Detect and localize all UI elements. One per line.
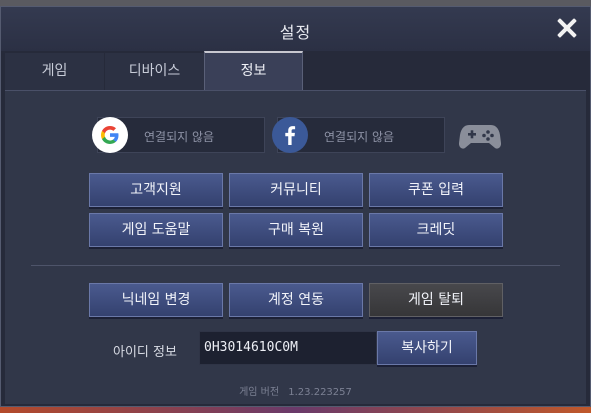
community-button[interactable]: 커뮤니티 bbox=[229, 173, 363, 207]
settings-dialog: 설정 게임 디바이스 정보 연결되지 않음 연결되지 않음 고객지원 커뮤니티 … bbox=[0, 6, 591, 407]
tab-game[interactable]: 게임 bbox=[5, 53, 104, 90]
restore-purchase-button[interactable]: 구매 복원 bbox=[229, 213, 363, 247]
id-info-label: 아이디 정보 bbox=[113, 345, 177, 360]
copy-id-button[interactable]: 복사하기 bbox=[377, 331, 477, 365]
close-icon[interactable] bbox=[554, 15, 580, 41]
divider bbox=[31, 265, 560, 266]
link-account-button[interactable]: 계정 연동 bbox=[229, 283, 363, 317]
facebook-icon bbox=[272, 117, 308, 153]
title-bar: 설정 bbox=[1, 7, 590, 51]
google-account-link[interactable]: 연결되지 않음 bbox=[92, 117, 265, 153]
google-status: 연결되지 않음 bbox=[144, 130, 215, 144]
id-value-field: 0H3014610C0M bbox=[199, 331, 377, 365]
tab-info[interactable]: 정보 bbox=[204, 51, 303, 90]
info-panel: 연결되지 않음 연결되지 않음 고객지원 커뮤니티 쿠폰 입력 게임 도움말 구… bbox=[5, 91, 586, 404]
facebook-status: 연결되지 않음 bbox=[324, 130, 395, 144]
withdraw-button[interactable]: 게임 탈퇴 bbox=[369, 283, 503, 317]
help-button[interactable]: 게임 도움말 bbox=[89, 213, 223, 247]
version-value: 1.23.223257 bbox=[288, 387, 352, 398]
google-icon bbox=[92, 117, 128, 153]
facebook-account-link[interactable]: 연결되지 않음 bbox=[272, 117, 445, 153]
tab-bar: 게임 디바이스 정보 bbox=[5, 51, 586, 91]
coupon-button[interactable]: 쿠폰 입력 bbox=[369, 173, 503, 207]
version-label: 게임 버전 bbox=[239, 387, 280, 398]
change-nickname-button[interactable]: 닉네임 변경 bbox=[89, 283, 223, 317]
dialog-title: 설정 bbox=[279, 23, 312, 42]
gamepad-icon[interactable] bbox=[458, 123, 502, 151]
credits-button[interactable]: 크레딧 bbox=[369, 213, 503, 247]
support-button[interactable]: 고객지원 bbox=[89, 173, 223, 207]
version-info: 게임 버전 1.23.223257 bbox=[5, 383, 586, 398]
tab-device[interactable]: 디바이스 bbox=[105, 53, 204, 90]
